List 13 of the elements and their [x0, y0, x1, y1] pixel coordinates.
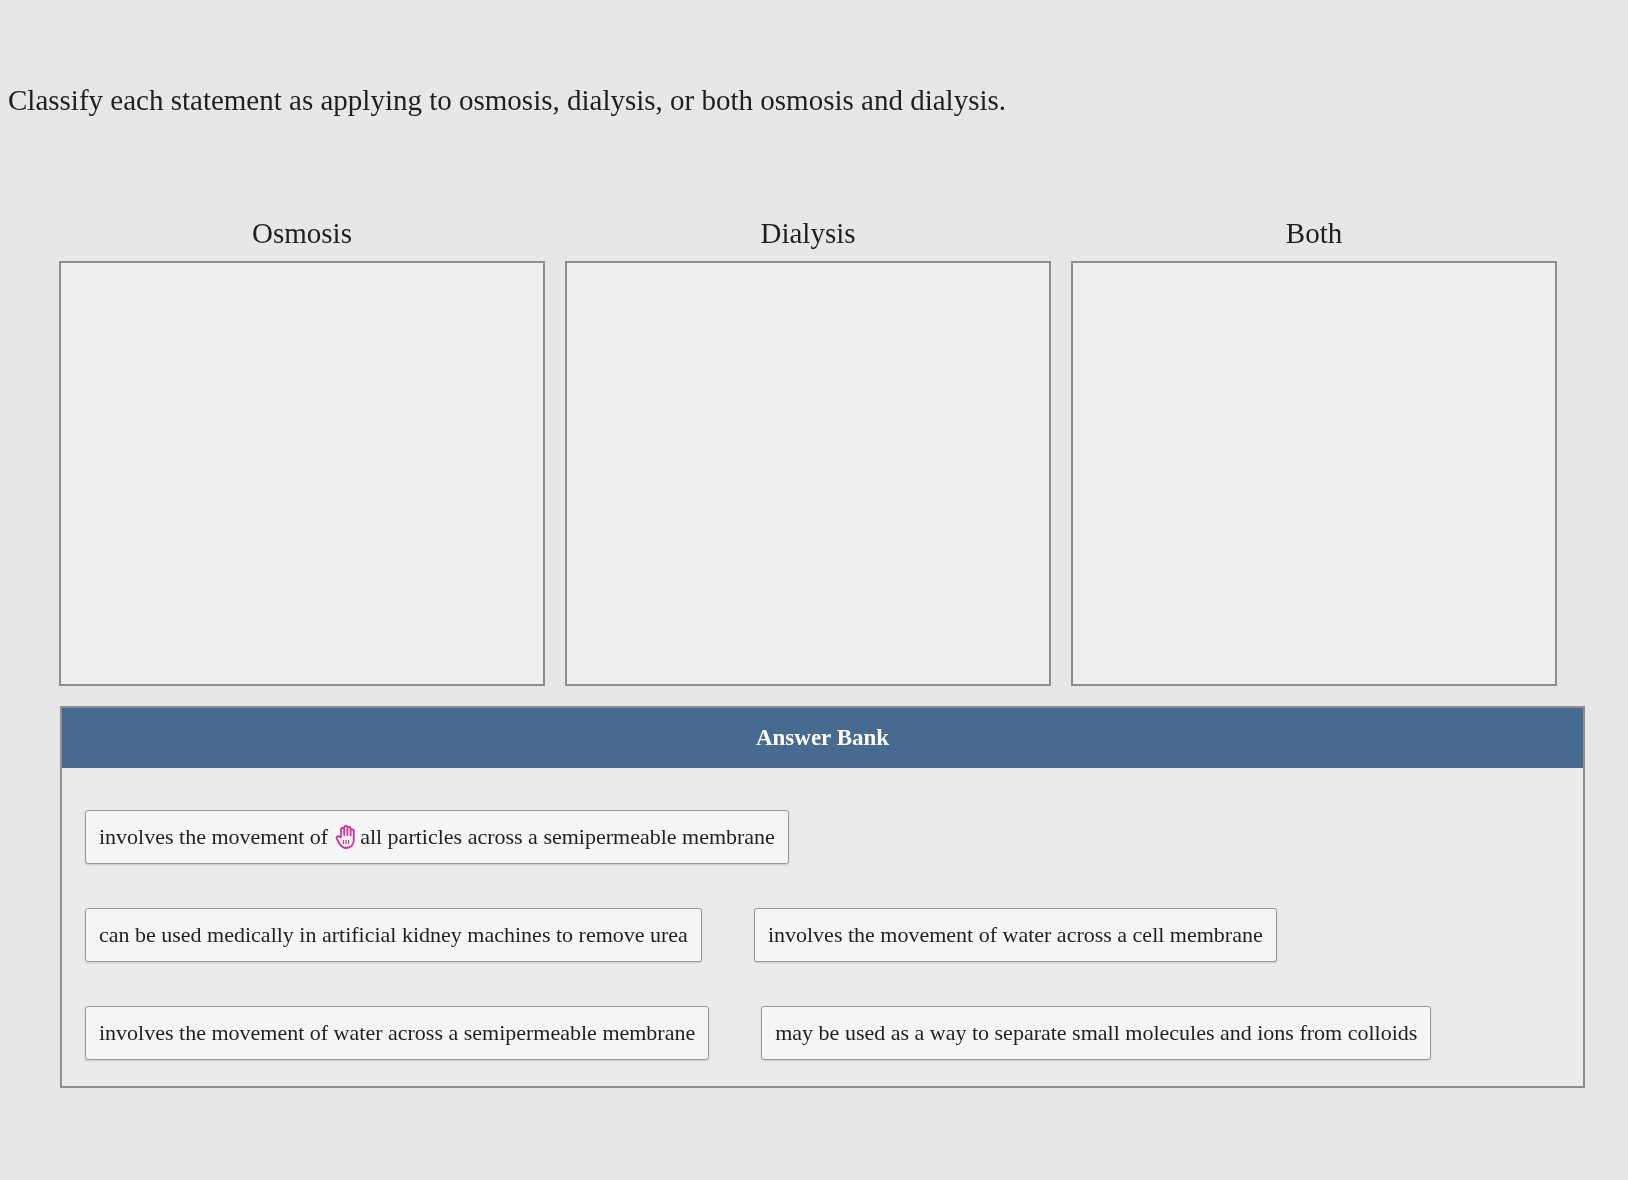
drop-zone[interactable]	[565, 261, 1051, 686]
drop-zone[interactable]	[1071, 261, 1557, 686]
statement-card[interactable]: involves the movement of water across a semipermeable membrane	[85, 1006, 710, 1060]
statement-card[interactable]: involves the movement of all particles across a semipermeable membrane	[85, 810, 789, 864]
drop-zone[interactable]	[59, 261, 545, 686]
statement-card[interactable]: involves the movement of water across a cell membrane	[753, 908, 1277, 962]
category-label: Osmosis	[251, 216, 353, 251]
answer-bank-header: Answer Bank	[62, 708, 1583, 768]
statement-card[interactable]: can be used medically in artificial kidney machines to remove urea	[85, 908, 702, 962]
category-label: Both	[1284, 216, 1344, 251]
category-label: Dialysis	[759, 216, 857, 251]
instruction-text: Classify each statement as applying to osmosis, dialysis, or both osmosis and dialysis.	[8, 83, 1007, 118]
statement-card[interactable]: may be used as a way to separate small molecules and ions from colloids	[761, 1006, 1432, 1060]
